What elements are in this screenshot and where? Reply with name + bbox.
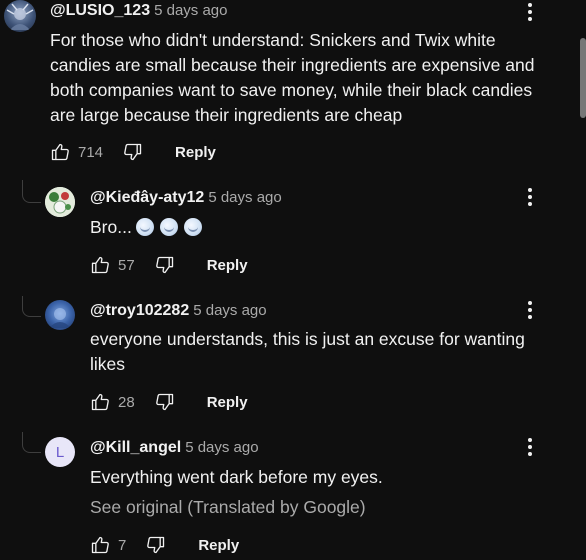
comment-text: everyone understands, this is just an ex…: [90, 329, 525, 374]
letter-avatar[interactable]: L: [45, 437, 75, 467]
timestamp[interactable]: 5 days ago: [208, 189, 281, 206]
thumbs-down-icon[interactable]: [121, 140, 145, 164]
scrollbar-thumb[interactable]: [580, 38, 586, 118]
like-count: 28: [118, 393, 135, 411]
avatar[interactable]: [4, 0, 36, 32]
thumbs-down-icon[interactable]: [153, 253, 177, 277]
author-name[interactable]: @Kill_angel: [90, 439, 181, 456]
avatar-image: [45, 187, 75, 217]
author-name[interactable]: @LUSIO_123: [50, 2, 150, 19]
author-name[interactable]: @Kieđây-aty12: [90, 189, 204, 206]
avatar[interactable]: [45, 300, 75, 330]
more-vert-icon[interactable]: [520, 0, 540, 24]
thumbs-up-icon[interactable]: [88, 533, 112, 557]
avatar-letter: L: [55, 443, 65, 461]
avatar-image: [49, 308, 71, 328]
cold-face-emoji-icon: [159, 218, 178, 236]
thumbs-up-icon[interactable]: [88, 253, 112, 277]
comment-header: @troy102282 5 days ago: [90, 301, 267, 321]
thread-connector: [22, 296, 41, 317]
comment-header: @Kieđây-aty12 5 days ago: [90, 188, 282, 208]
comment-header: @LUSIO_123 5 days ago: [50, 1, 227, 21]
comment-actions: 7 Reply: [88, 533, 239, 557]
thread-connector: [22, 180, 41, 203]
comment-text: Bro...: [90, 217, 132, 237]
author-name[interactable]: @troy102282: [90, 302, 189, 319]
timestamp[interactable]: 5 days ago: [193, 302, 266, 319]
timestamp[interactable]: 5 days ago: [154, 2, 227, 19]
thumbs-down-icon[interactable]: [153, 390, 177, 414]
comment-text-row: Bro...: [90, 215, 208, 240]
thumbs-down-icon[interactable]: [144, 533, 168, 557]
timestamp[interactable]: 5 days ago: [185, 439, 258, 456]
avatar[interactable]: [45, 187, 75, 217]
comment-text: For those who didn't understand: Snicker…: [50, 30, 535, 125]
like-count: 7: [118, 536, 127, 554]
more-vert-icon[interactable]: [520, 435, 540, 459]
comment-actions: 714 Reply: [48, 140, 216, 164]
avatar-image: [6, 3, 34, 30]
reply-button[interactable]: Reply: [175, 144, 216, 161]
thumbs-up-icon[interactable]: [48, 140, 72, 164]
comment-text: Everything went dark before my eyes.: [90, 467, 383, 487]
like-count: 714: [78, 143, 104, 161]
thumbs-up-icon[interactable]: [88, 390, 112, 414]
reply-button[interactable]: Reply: [207, 394, 248, 411]
more-vert-icon[interactable]: [520, 298, 540, 322]
like-count: 57: [118, 256, 135, 274]
cold-face-emoji-icon: [183, 218, 202, 236]
reply-button[interactable]: Reply: [207, 257, 248, 274]
comment-actions: 57 Reply: [88, 253, 248, 277]
see-original-link[interactable]: See original (Translated by Google): [90, 495, 366, 520]
thread-connector: [22, 432, 41, 453]
comment-header: @Kill_angel 5 days ago: [90, 438, 259, 458]
more-vert-icon[interactable]: [520, 185, 540, 209]
cold-face-emoji-icon: [135, 218, 154, 236]
comment-actions: 28 Reply: [88, 390, 248, 414]
reply-button[interactable]: Reply: [198, 537, 239, 554]
